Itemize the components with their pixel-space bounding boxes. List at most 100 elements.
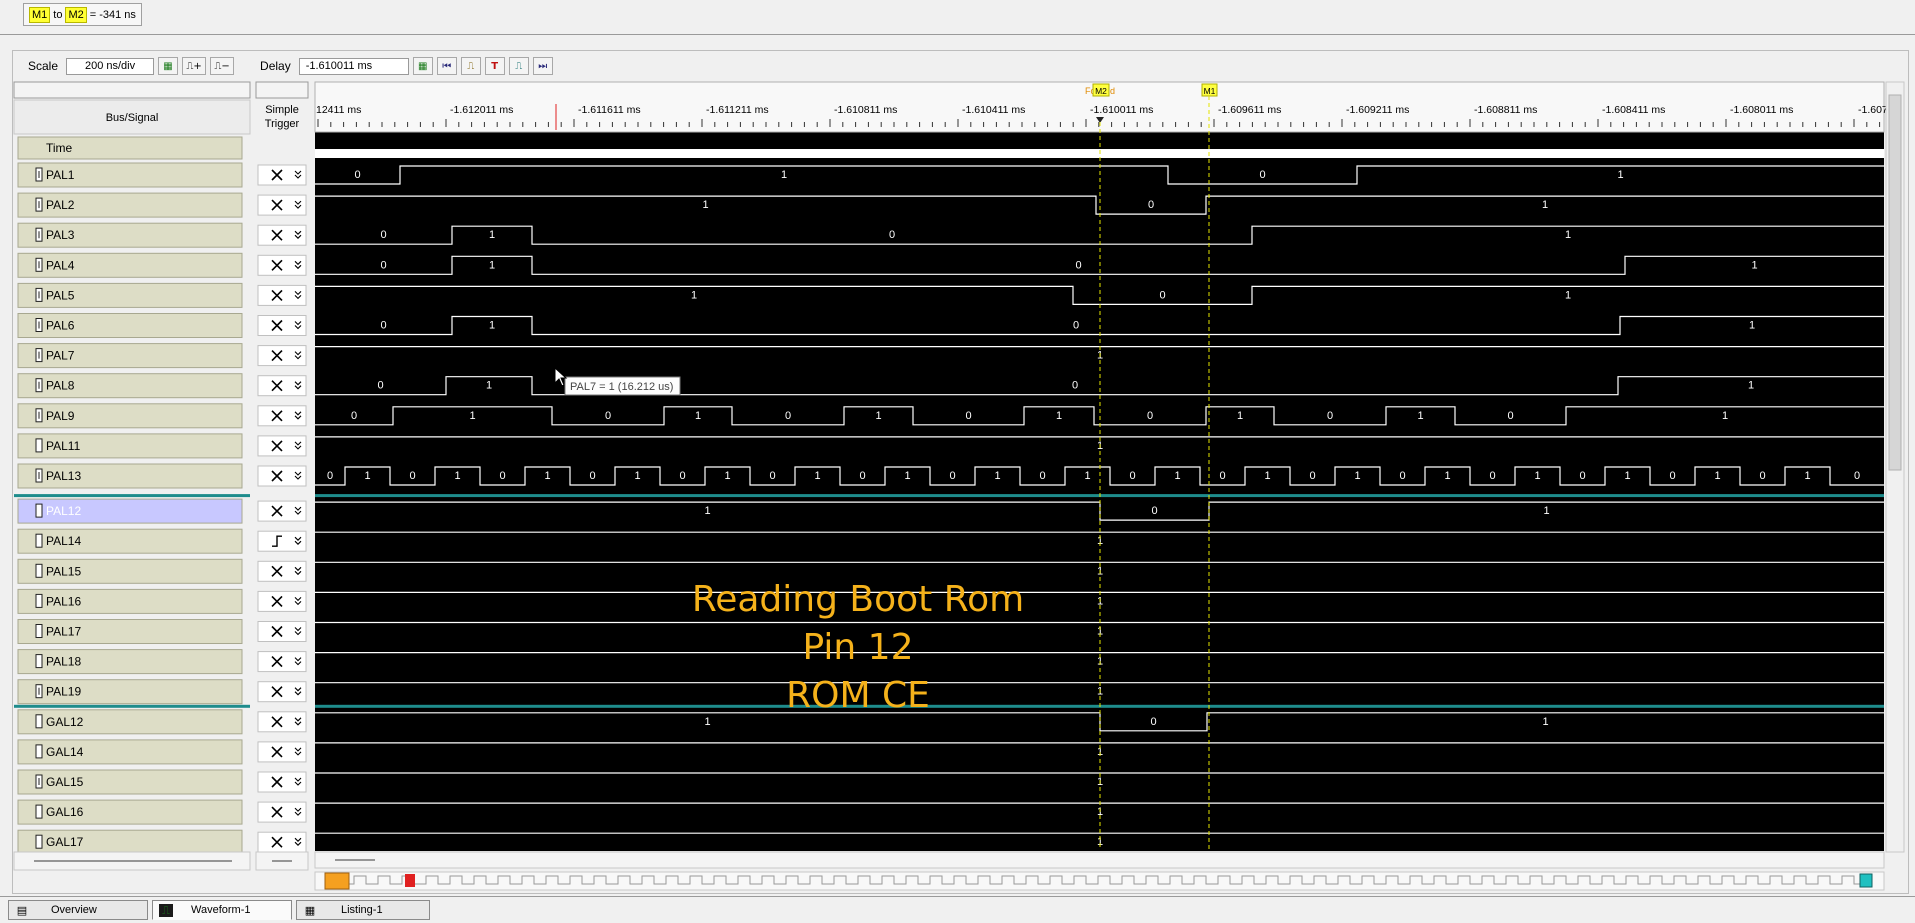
clock-level-label: 1 [724, 470, 730, 482]
overview-strip[interactable] [314, 871, 1885, 891]
trigger-cell[interactable] [257, 651, 307, 673]
signal-name-label: PAL15 [46, 564, 81, 578]
trigger-cell[interactable] [257, 465, 307, 487]
clock-level-label: 1 [994, 470, 1000, 482]
waveform-level-label: 0 [1151, 505, 1157, 517]
signal-name-label: PAL12 [46, 504, 81, 518]
group-divider [14, 704, 250, 708]
trigger-cell[interactable] [257, 345, 307, 367]
annotation-text-line: Pin 12 [803, 627, 914, 668]
signal-icon [35, 804, 43, 819]
waveform-level-label: 1 [695, 410, 701, 422]
clock-level-label: 0 [769, 470, 775, 482]
clock-level-label: 1 [1714, 470, 1720, 482]
waveform-level-label: 1 [489, 229, 495, 241]
trigger-scroll-header [255, 81, 309, 99]
clock-level-label: 1 [1264, 470, 1270, 482]
signal-name-label: PAL2 [46, 198, 75, 212]
bus-signal-header-label: Bus/Signal [106, 112, 159, 124]
trigger-cell[interactable] [257, 375, 307, 397]
clock-level-label: 1 [364, 470, 370, 482]
waveform-scroll-thumb[interactable] [1888, 94, 1902, 471]
clock-level-label: 1 [814, 470, 820, 482]
time-ruler-label: -1.610811 ms [834, 104, 897, 116]
clock-level-label: 1 [1354, 470, 1360, 482]
waveform-level-label: 0 [1507, 410, 1513, 422]
waveform-level-label: 0 [380, 320, 386, 332]
trigger-cell[interactable] [257, 194, 307, 216]
trigger-cell[interactable] [257, 315, 307, 336]
signal-icon [35, 438, 43, 453]
trigger-cell[interactable] [257, 560, 307, 582]
signal-icon [35, 563, 43, 578]
overview-viewport-icon[interactable] [324, 872, 350, 890]
overview-end-icon[interactable] [1859, 873, 1873, 888]
trigger-cell[interactable] [257, 254, 307, 276]
waveform-level-label: 1 [1565, 229, 1571, 241]
waveform-level-label: 0 [380, 259, 386, 271]
waveform-level-label: 1 [469, 410, 475, 422]
signal-name-label: GAL17 [46, 835, 84, 849]
time-ruler-label: -1.612011 ms [450, 104, 513, 116]
clock-level-label: 0 [1579, 470, 1585, 482]
waveform-level-label: 1 [1749, 320, 1755, 332]
waveform-level-label: 1 [781, 169, 787, 181]
signal-name-label: PAL6 [46, 319, 75, 333]
waveform-hscrollbar[interactable] [314, 851, 1885, 869]
waveform-view: Bus/Signal Simple Trigger 12411 ms -1.612011… [13, 81, 1905, 891]
waveform-level-label: 1 [704, 505, 710, 517]
signal-icon [35, 714, 43, 729]
signal-name-label: PAL14 [46, 534, 81, 548]
signal-name-label: PAL1 [46, 168, 75, 182]
trigger-header-label: Trigger [265, 118, 300, 130]
time-ruler-label: -1.611211 ms [706, 104, 769, 116]
trigger-cell[interactable] [257, 621, 307, 642]
trigger-cell[interactable] [257, 435, 307, 457]
waveform-level-label: 1 [1565, 289, 1571, 301]
tab-listing[interactable]: ▦ Listing-1 [296, 900, 430, 920]
trigger-cell[interactable] [257, 530, 307, 552]
clock-level-label: 1 [544, 470, 550, 482]
waveform-level-label: 0 [1327, 410, 1333, 422]
time-ruler-label: -1.608811 ms [1474, 104, 1537, 116]
waveform-level-label: 0 [1150, 716, 1156, 728]
clock-level-label: 0 [409, 470, 415, 482]
trigger-cell[interactable] [257, 500, 307, 522]
clock-level-label: 1 [904, 470, 910, 482]
clock-level-label: 0 [679, 470, 685, 482]
signal-name-label: PAL5 [46, 288, 75, 302]
clock-level-label: 1 [1624, 470, 1630, 482]
clock-level-label: 0 [1039, 470, 1045, 482]
tab-waveform[interactable]: ⎍ Waveform-1 [152, 900, 292, 920]
waveform-level-label: 1 [489, 320, 495, 332]
time-ruler-label: -1.610411 ms [962, 104, 1025, 116]
trigger-cell[interactable] [257, 801, 307, 823]
tab-overview[interactable]: ▤ Overview [8, 900, 148, 920]
waveform-level-label: 0 [1147, 410, 1153, 422]
trigger-cell[interactable] [257, 164, 307, 186]
waveform-level-label: 0 [354, 169, 360, 181]
trigger-cell[interactable] [257, 771, 307, 793]
waveform-level-label: 1 [1417, 410, 1423, 422]
waveform-level-label: 1 [875, 410, 881, 422]
trigger-cell[interactable] [257, 711, 307, 733]
clock-level-label: 1 [454, 470, 460, 482]
tab-overview-label: Overview [51, 904, 97, 916]
signal-icon [35, 624, 43, 638]
trigger-cell[interactable] [257, 224, 307, 246]
waveform-level-label: 1 [1543, 505, 1549, 517]
trigger-cell[interactable] [257, 590, 307, 612]
trigger-cell[interactable] [257, 831, 307, 853]
trigger-cell[interactable] [257, 681, 307, 703]
signal-icon [35, 533, 43, 548]
waveform-level-label: 0 [1072, 380, 1078, 392]
clock-level-label: 0 [499, 470, 505, 482]
trigger-cell[interactable] [257, 284, 307, 306]
waveform-level-label: 1 [1056, 410, 1062, 422]
window-tab-bar: ▤ Overview ⎍ Waveform-1 ▦ Listing-1 [0, 896, 1915, 923]
trigger-cell[interactable] [257, 405, 307, 427]
clock-level-label: 0 [1309, 470, 1315, 482]
time-ruler-label: 12411 ms [316, 104, 361, 116]
trigger-cell[interactable] [257, 741, 307, 763]
marker-m2-flag-label: M2 [1095, 86, 1107, 96]
